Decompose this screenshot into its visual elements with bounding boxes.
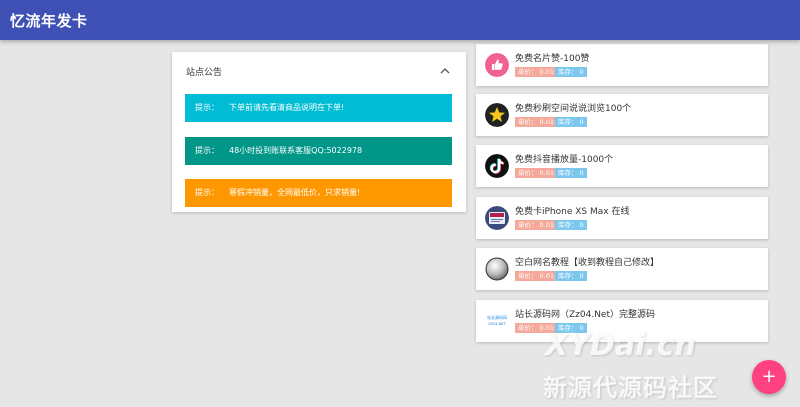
notice-header[interactable]: 站点公告 xyxy=(172,52,466,90)
product-card[interactable]: 免费秒刷空间说说浏览100个 单价： 0.01元 库存： 0 xyxy=(476,94,768,136)
stock-badge: 库存： 0 xyxy=(555,220,587,230)
product-name: 站长源码网（Zz04.Net）完整源码 xyxy=(515,310,656,320)
star-icon xyxy=(485,103,509,127)
svg-text:站长源码网: 站长源码网 xyxy=(487,314,507,320)
notice-label: 提示： xyxy=(195,103,219,112)
notice-text: 寒假冲销量，全网最低价，只求销量! xyxy=(229,188,361,197)
top-app-bar: 忆流年发卡 xyxy=(0,0,800,40)
product-card[interactable]: 免费抖音播放量-1000个 单价： 0.01元 库存： 0 xyxy=(476,145,768,187)
notice-label: 提示： xyxy=(195,188,219,197)
product-name: 空白网名教程【收到教程自己修改】 xyxy=(515,258,660,268)
blank-circle-icon xyxy=(485,257,509,281)
watermark-text: XYDai.cn xyxy=(545,328,696,363)
product-name: 免费秒刷空间说说浏览100个 xyxy=(515,104,632,114)
stock-badge: 库存： 0 xyxy=(555,168,587,178)
notice-title: 站点公告 xyxy=(186,68,223,78)
product-name: 免费名片赞-100赞 xyxy=(515,54,590,64)
product-card[interactable]: 免费卡iPhone XS Max 在线 单价： 0.01元 库存： 0 xyxy=(476,197,768,239)
chevron-up-icon[interactable] xyxy=(440,66,450,76)
stock-badge: 库存： 0 xyxy=(555,271,587,281)
notice-item: 提示： 寒假冲销量，全网最低价，只求销量! xyxy=(185,179,452,207)
notice-label: 提示： xyxy=(195,146,219,155)
thumbs-up-icon xyxy=(485,53,509,77)
site-title[interactable]: 忆流年发卡 xyxy=(10,10,88,31)
stock-badge: 库存： 0 xyxy=(555,117,587,127)
product-card[interactable]: 空白网名教程【收到教程自己修改】 单价： 0.01元 库存： 0 xyxy=(476,248,768,290)
site-logo-icon: 站长源码网 ZZ04.NET xyxy=(485,309,509,333)
plus-icon: + xyxy=(761,366,777,387)
notice-text: 下单前请先看清商品说明在下单! xyxy=(229,103,345,112)
notice-text: 48小时投到账联系客服QQ:5022978 xyxy=(229,146,363,155)
stock-badge: 库存： 0 xyxy=(555,67,587,77)
svg-text:ZZ04.NET: ZZ04.NET xyxy=(488,322,507,326)
notice-item: 提示： 48小时投到账联系客服QQ:5022978 xyxy=(185,137,452,165)
phone-icon xyxy=(485,206,509,230)
notice-item: 提示： 下单前请先看清商品说明在下单! xyxy=(185,94,452,122)
product-name: 免费卡iPhone XS Max 在线 xyxy=(515,207,630,217)
watermark-subtext: 新源代源码社区 xyxy=(543,374,718,402)
tiktok-icon xyxy=(485,154,509,178)
add-fab-button[interactable]: + xyxy=(752,360,786,394)
product-name: 免费抖音播放量-1000个 xyxy=(515,155,614,165)
product-card[interactable]: 免费名片赞-100赞 单价： 0.01元 库存： 0 xyxy=(476,44,768,86)
notice-panel: 站点公告 提示： 下单前请先看清商品说明在下单! 提示： 48小时投到账联系客服QQ… xyxy=(172,52,466,212)
